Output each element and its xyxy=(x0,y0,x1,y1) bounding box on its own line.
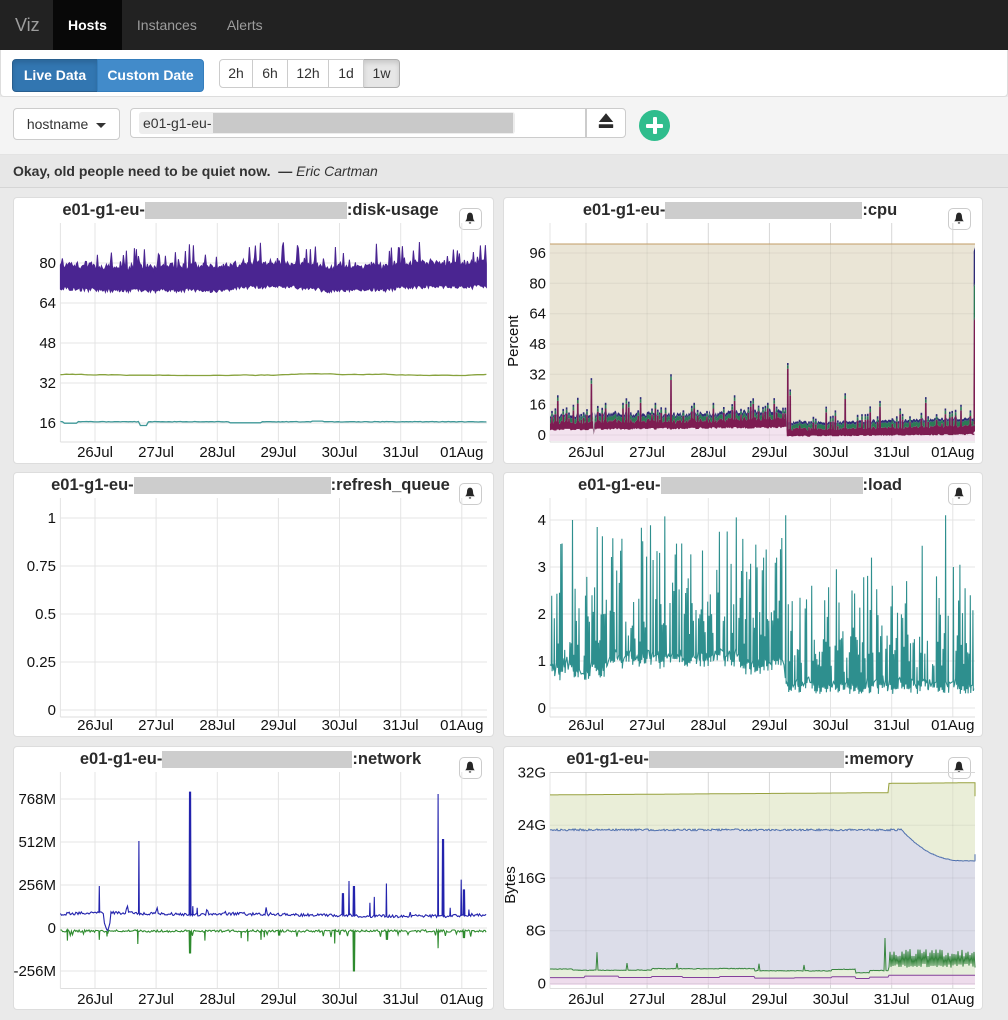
svg-text:26Jul: 26Jul xyxy=(568,991,604,1007)
svg-text:28Jul: 28Jul xyxy=(690,991,726,1007)
svg-text:24G: 24G xyxy=(518,817,546,834)
svg-text:29Jul: 29Jul xyxy=(751,991,787,1007)
svg-text:80: 80 xyxy=(529,275,546,292)
svg-text:27Jul: 27Jul xyxy=(629,991,665,1007)
svg-text:Bytes: Bytes xyxy=(504,866,519,904)
svg-text:0: 0 xyxy=(48,920,56,937)
svg-text:256M: 256M xyxy=(18,877,56,894)
svg-text:3: 3 xyxy=(538,559,546,576)
svg-text:29Jul: 29Jul xyxy=(260,717,296,734)
svg-text:64: 64 xyxy=(39,295,56,312)
svg-text:31Jul: 31Jul xyxy=(383,444,419,461)
svg-text:96: 96 xyxy=(529,245,546,262)
svg-text:64: 64 xyxy=(529,306,546,323)
svg-text:01Aug: 01Aug xyxy=(931,991,974,1007)
svg-text:30Jul: 30Jul xyxy=(813,717,849,734)
svg-text:30Jul: 30Jul xyxy=(322,991,358,1007)
svg-text:01Aug: 01Aug xyxy=(440,717,483,734)
svg-text:01Aug: 01Aug xyxy=(440,444,483,461)
svg-text:26Jul: 26Jul xyxy=(568,444,604,461)
svg-text:27Jul: 27Jul xyxy=(629,717,665,734)
svg-text:0: 0 xyxy=(538,976,546,993)
svg-text:32: 32 xyxy=(529,366,546,383)
svg-text:2: 2 xyxy=(538,606,546,623)
svg-text:31Jul: 31Jul xyxy=(874,444,910,461)
svg-text:768M: 768M xyxy=(18,791,56,808)
svg-text:26Jul: 26Jul xyxy=(77,717,113,734)
svg-text:30Jul: 30Jul xyxy=(322,444,358,461)
svg-text:31Jul: 31Jul xyxy=(874,717,910,734)
svg-text:16G: 16G xyxy=(518,870,546,887)
svg-text:30Jul: 30Jul xyxy=(813,991,849,1007)
svg-text:26Jul: 26Jul xyxy=(568,717,604,734)
svg-text:80: 80 xyxy=(39,255,56,272)
svg-text:28Jul: 28Jul xyxy=(199,444,235,461)
svg-text:48: 48 xyxy=(39,335,56,352)
svg-text:32: 32 xyxy=(39,375,56,392)
svg-text:30Jul: 30Jul xyxy=(322,717,358,734)
svg-text:29Jul: 29Jul xyxy=(260,991,296,1007)
svg-text:48: 48 xyxy=(529,336,546,353)
svg-text:32G: 32G xyxy=(518,765,546,782)
svg-text:8G: 8G xyxy=(526,923,546,940)
svg-text:27Jul: 27Jul xyxy=(138,991,174,1007)
svg-text:1: 1 xyxy=(48,510,56,527)
svg-text:512M: 512M xyxy=(18,834,56,851)
svg-text:1: 1 xyxy=(538,653,546,670)
svg-text:29Jul: 29Jul xyxy=(751,717,787,734)
svg-text:16: 16 xyxy=(39,415,56,432)
svg-text:0: 0 xyxy=(48,702,56,719)
svg-text:29Jul: 29Jul xyxy=(751,444,787,461)
svg-text:16: 16 xyxy=(529,397,546,414)
svg-text:01Aug: 01Aug xyxy=(931,444,974,461)
svg-text:01Aug: 01Aug xyxy=(440,991,483,1007)
svg-text:28Jul: 28Jul xyxy=(199,991,235,1007)
svg-text:26Jul: 26Jul xyxy=(77,991,113,1007)
svg-text:31Jul: 31Jul xyxy=(383,991,419,1007)
svg-text:01Aug: 01Aug xyxy=(931,717,974,734)
svg-text:27Jul: 27Jul xyxy=(629,444,665,461)
svg-text:31Jul: 31Jul xyxy=(874,991,910,1007)
svg-text:28Jul: 28Jul xyxy=(690,717,726,734)
svg-text:26Jul: 26Jul xyxy=(77,444,113,461)
svg-text:0: 0 xyxy=(538,700,546,717)
svg-text:-256M: -256M xyxy=(14,963,56,980)
svg-text:0.25: 0.25 xyxy=(27,654,56,671)
svg-text:30Jul: 30Jul xyxy=(813,444,849,461)
svg-text:27Jul: 27Jul xyxy=(138,717,174,734)
svg-text:0.75: 0.75 xyxy=(27,558,56,575)
svg-text:27Jul: 27Jul xyxy=(138,444,174,461)
svg-text:28Jul: 28Jul xyxy=(199,717,235,734)
svg-text:4: 4 xyxy=(538,512,546,529)
svg-text:28Jul: 28Jul xyxy=(690,444,726,461)
svg-text:31Jul: 31Jul xyxy=(383,717,419,734)
svg-text:Percent: Percent xyxy=(505,314,522,367)
svg-text:29Jul: 29Jul xyxy=(260,444,296,461)
svg-text:0.5: 0.5 xyxy=(35,606,56,623)
svg-text:0: 0 xyxy=(538,427,546,444)
